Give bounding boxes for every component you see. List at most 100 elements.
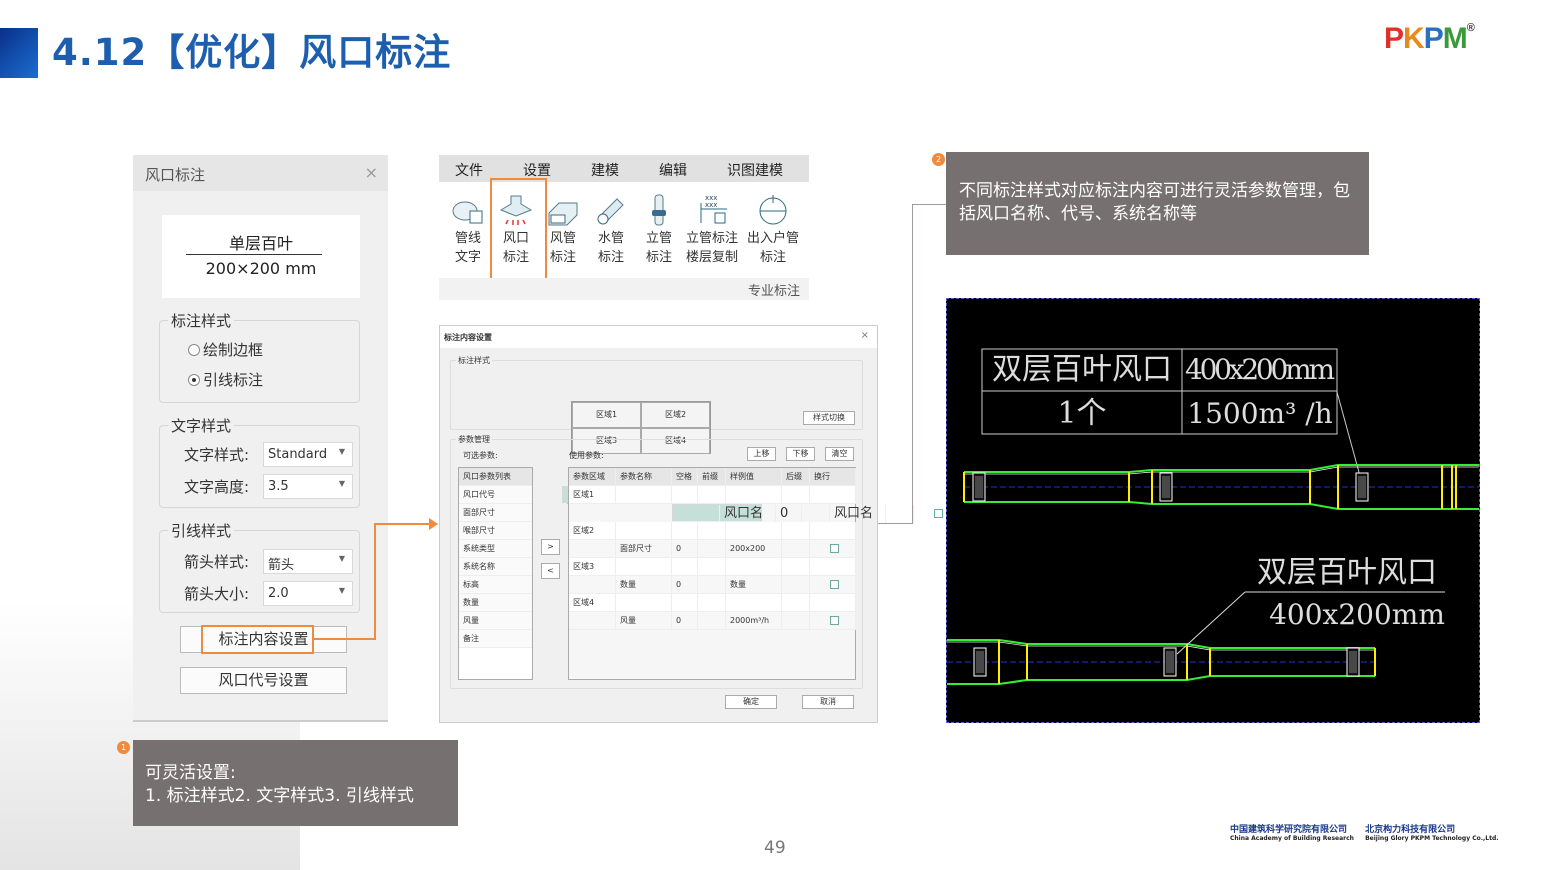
table-cell: 2000m³/h [726, 612, 782, 630]
ok-button[interactable]: 确定 [725, 695, 777, 709]
leader-style-group: 引线样式 箭头样式: 箭头 ▼ 箭头大小: 2.0 ▼ [159, 520, 360, 613]
pkpm-company-logo: 北京构力科技有限公司 Beijing Glory PKPM Technology … [1365, 825, 1499, 842]
table-cell [698, 558, 726, 576]
tab-modeling[interactable]: 建模 [591, 160, 619, 180]
close-icon[interactable]: × [861, 330, 869, 341]
water-pipe-icon [597, 198, 624, 225]
table-row[interactable]: 数量 0 数量 [569, 576, 856, 594]
param-list-item[interactable]: 系统类型 [459, 540, 532, 558]
arrow-icon [429, 518, 438, 530]
column-header: 换行 [810, 468, 856, 486]
close-icon[interactable]: × [365, 163, 378, 182]
callout-1: 可灵活设置: 1. 标注样式2. 文字样式3. 引线样式 [133, 740, 458, 826]
column-header: 空格 [672, 468, 698, 486]
available-params-label: 可选参数: [463, 451, 498, 460]
wrap-cell [810, 486, 856, 504]
cancel-button[interactable]: 取消 [802, 695, 854, 709]
arrow-style-select[interactable]: 箭头 ▼ [263, 549, 353, 574]
radio-draw-border[interactable]: 绘制边框 [188, 339, 263, 360]
table-cell [616, 558, 672, 576]
duct-icon [548, 202, 578, 226]
style-switch-button[interactable]: 样式切换 [803, 411, 855, 425]
tab-settings[interactable]: 设置 [523, 160, 551, 180]
riser-copy-icon: xxxxxx [700, 194, 727, 224]
param-list-item[interactable]: 备注 [459, 630, 532, 648]
connector-line [374, 523, 430, 525]
wrap-checkbox[interactable] [830, 616, 839, 625]
wrap-checkbox[interactable] [934, 509, 943, 518]
param-list-item[interactable]: 系统名称 [459, 558, 532, 576]
move-right-button[interactable]: > [541, 539, 560, 555]
table-cell [698, 540, 726, 558]
used-params-label: 使用参数: [569, 451, 604, 460]
cad-table-cell: 400x200mm [1185, 353, 1335, 386]
wrap-cell [810, 594, 856, 612]
param-list-item[interactable]: 标高 [459, 576, 532, 594]
ribbon-entry-pipe-label[interactable]: 出入户管 标注 [745, 193, 801, 267]
zone-cell[interactable]: 区域2 [641, 402, 710, 428]
table-row[interactable]: 风量 0 2000m³/h [569, 612, 856, 630]
callout-2: 不同标注样式对应标注内容可进行灵活参数管理，包括风口名称、代号、系统名称等 [946, 152, 1369, 255]
grille-icon [1346, 647, 1360, 677]
ribbon-riser-label[interactable]: 立管 标注 [634, 193, 684, 267]
table-cell [698, 522, 726, 540]
callout-text: 不同标注样式对应标注内容可进行灵活参数管理，包括风口名称、代号、系统名称等 [959, 181, 1350, 224]
table-row[interactable]: 区域2 [569, 522, 856, 540]
radio-icon [188, 344, 200, 356]
wrap-checkbox[interactable] [830, 580, 839, 589]
ribbon-water-pipe-label[interactable]: 水管 标注 [586, 193, 636, 267]
clear-button[interactable]: 清空 [825, 447, 854, 461]
tab-file[interactable]: 文件 [455, 160, 483, 180]
preview-name: 单层百叶 [228, 234, 293, 253]
leader-line [1176, 591, 1246, 655]
table-row[interactable]: 区域3 [569, 558, 856, 576]
highlight-box [201, 625, 314, 654]
group-title: 标注样式 [168, 310, 235, 331]
table-cell [672, 486, 698, 504]
arrow-style-label: 箭头样式: [184, 553, 250, 571]
table-cell [726, 594, 782, 612]
move-down-button[interactable]: 下移 [786, 447, 815, 461]
label-style-group: 标注样式 绘制边框 引线标注 [159, 310, 360, 403]
table-cell [569, 540, 616, 558]
table-cell: 200x200 [726, 540, 782, 558]
arrow-size-select[interactable]: 2.0 ▼ [263, 581, 353, 606]
svg-text:xxx: xxx [705, 201, 717, 209]
code-settings-button[interactable]: 风口代号设置 [180, 667, 347, 694]
table-row[interactable]: 区域1 [569, 486, 856, 504]
param-list-item[interactable]: 风口代号 [459, 486, 532, 504]
tab-edit[interactable]: 编辑 [659, 160, 687, 180]
param-list-item[interactable]: 数量 [459, 594, 532, 612]
column-header: 参数区域 [569, 468, 616, 486]
dialog-title: 标注内容设置 [440, 326, 877, 348]
table-row[interactable]: 区域4 [569, 594, 856, 612]
cad-canvas: 双层百叶风口 400x200mm 1个 1500m³ /h 双层百叶风口 400… [947, 348, 1479, 685]
table-row[interactable]: 面部尺寸 0 200x200 [569, 540, 856, 558]
footer-logos: 中国建筑科学研究院有限公司 China Academy of Building R… [1230, 822, 1507, 842]
connector-line [878, 523, 913, 524]
connector-line [912, 204, 946, 205]
column-header: 参数名称 [616, 468, 672, 486]
param-list-item[interactable]: 面部尺寸 [459, 504, 532, 522]
text-style-select[interactable]: Standard ▼ [263, 442, 353, 467]
move-up-button[interactable]: 上移 [747, 447, 776, 461]
grille-icon [1163, 647, 1177, 677]
wrap-checkbox[interactable] [830, 544, 839, 553]
ribbon-riser-floor-copy[interactable]: xxx xxx 立管标注 楼层复制 [682, 193, 742, 267]
table-cell: 区域4 [569, 594, 616, 612]
param-list-item[interactable]: 风量 [459, 612, 532, 630]
table-cell [782, 486, 810, 504]
table-row[interactable]: 风口名称0风口名称 [672, 504, 960, 539]
zone-cell[interactable]: 区域1 [572, 402, 641, 428]
text-height-select[interactable]: 3.5 ▼ [263, 474, 353, 499]
ribbon-pipe-text[interactable]: 管线 文字 [443, 193, 493, 267]
param-list-item[interactable]: 喉部尺寸 [459, 522, 532, 540]
air-outlet-label-panel: 风口标注 × 单层百叶 200×200 mm 标注样式 绘制边框 引线标注 文字… [133, 155, 388, 722]
entry-pipe-icon [759, 195, 787, 225]
tab-recognize[interactable]: 识图建模 [727, 160, 783, 180]
label-preview: 单层百叶 200×200 mm [162, 215, 360, 298]
radio-leader-label[interactable]: 引线标注 [188, 369, 263, 390]
move-left-button[interactable]: < [541, 563, 560, 579]
table-cell [782, 594, 810, 612]
riser-icon [652, 194, 666, 226]
